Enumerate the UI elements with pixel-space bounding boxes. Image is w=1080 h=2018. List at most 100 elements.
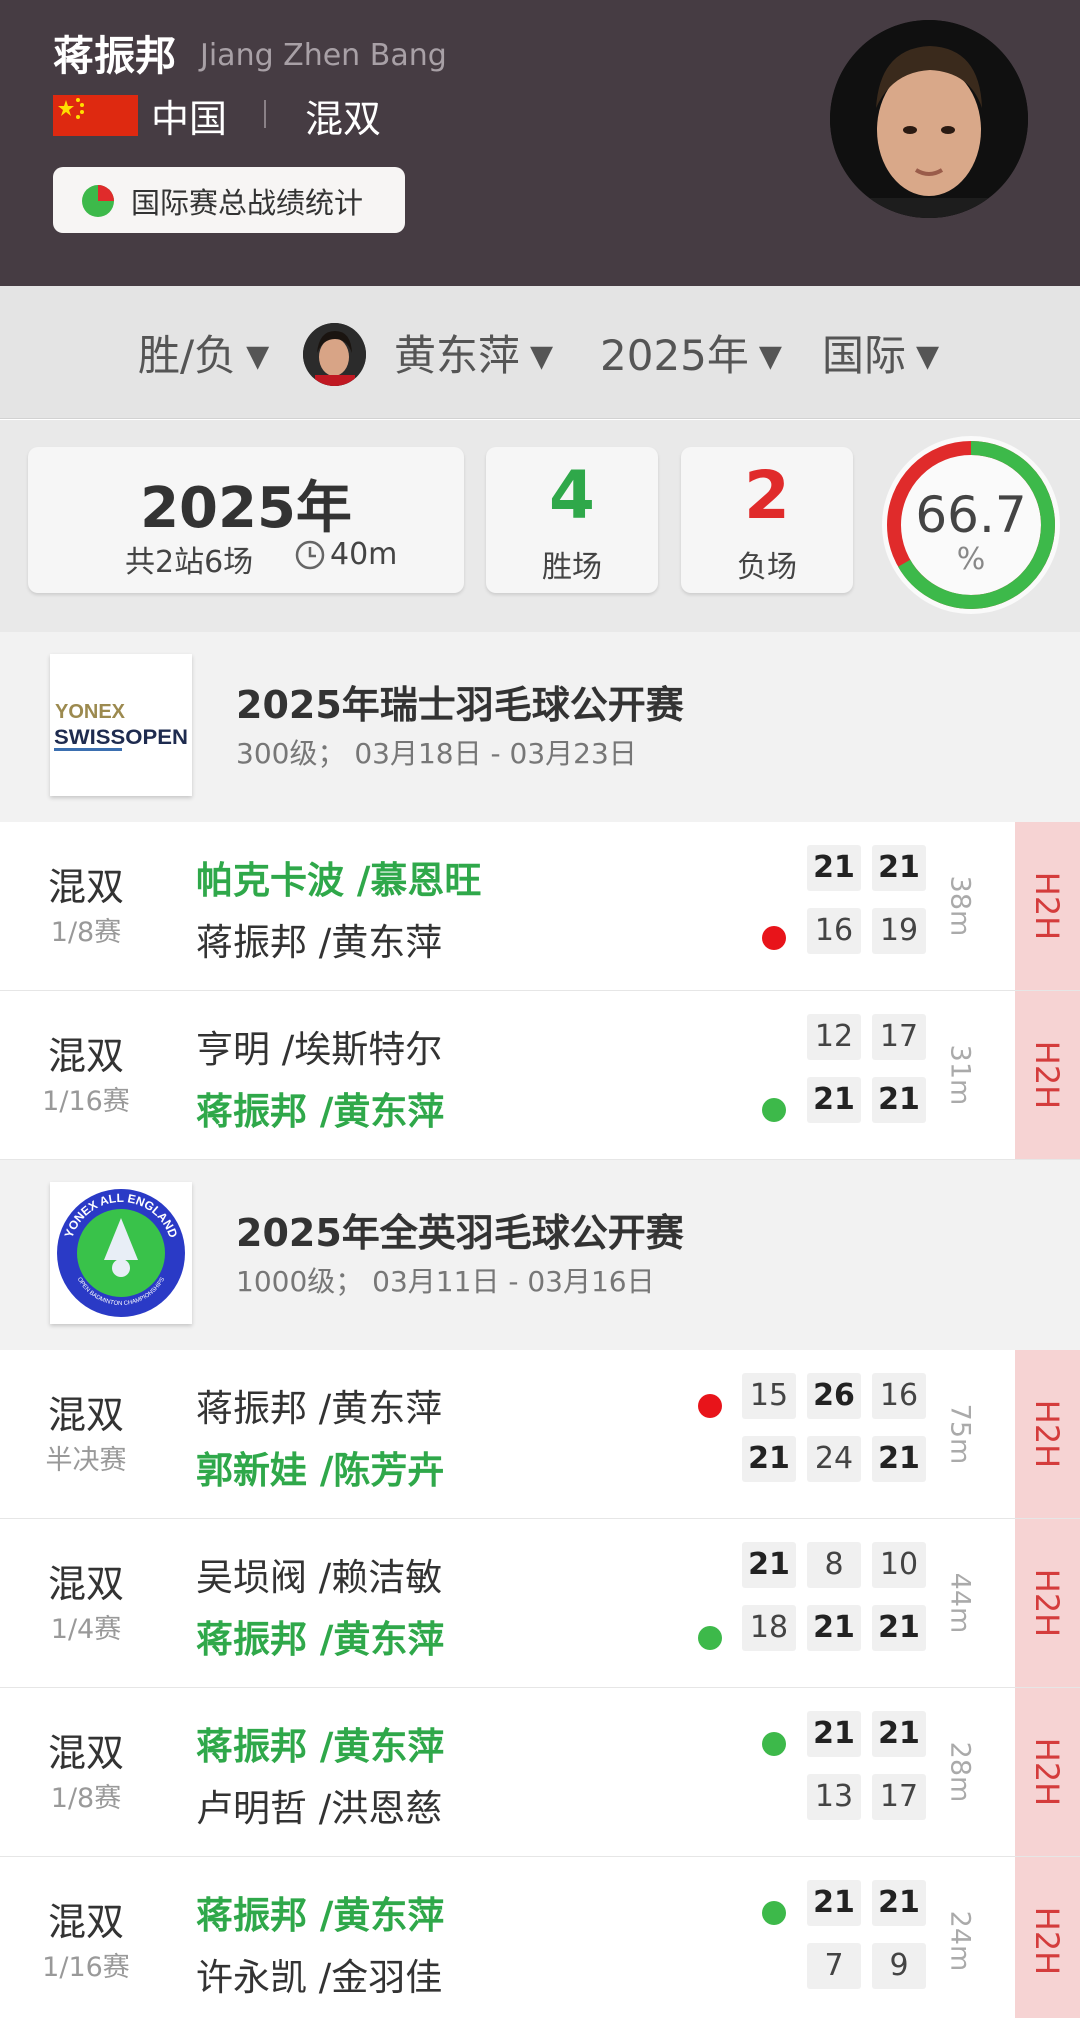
score-cell: 21 — [807, 845, 861, 891]
match-round: 1/16赛 — [42, 1086, 130, 1117]
score-cell: 16 — [807, 908, 861, 954]
win-rate-ring: 66.7 % — [880, 434, 1062, 616]
win-rate-value: 66.7 — [915, 486, 1027, 544]
tournament-name: 2025年全英羽毛球公开赛 — [236, 1211, 684, 1255]
score-cell: 17 — [872, 1014, 926, 1060]
h2h-label: H2H — [1028, 1040, 1066, 1110]
partner-avatar — [303, 323, 366, 386]
match-duration: 38m — [944, 875, 976, 937]
h2h-button[interactable]: H2H — [1015, 1519, 1080, 1687]
team-2[interactable]: 卢明哲 /洪恩慈 — [196, 1778, 442, 1832]
match-round: 1/8赛 — [50, 917, 122, 948]
match-duration: 44m — [944, 1572, 976, 1634]
player-event: 混双 — [305, 97, 382, 141]
score-cell: 21 — [807, 1077, 861, 1123]
team-2[interactable]: 蒋振邦 /黄东萍 — [196, 912, 442, 966]
score-cell: 21 — [872, 1711, 926, 1757]
player-country: 中国 — [151, 97, 228, 141]
score-cell: 12 — [807, 1014, 861, 1060]
h2h-label: H2H — [1028, 1737, 1066, 1807]
scope-filter[interactable]: 国际 ▼ — [822, 322, 939, 383]
career-stats-button[interactable]: 国际赛总战绩统计 — [53, 167, 405, 233]
china-flag-icon — [53, 95, 138, 136]
summary-stations: 共2站6场 — [125, 545, 254, 580]
summary-duration: 40m — [330, 537, 398, 572]
h2h-button[interactable]: H2H — [1015, 1688, 1080, 1856]
team-2[interactable]: 蒋振邦 /黄东萍 — [196, 1609, 444, 1663]
result-filter[interactable]: 胜/负 ▼ — [138, 322, 269, 383]
dropdown-arrow-icon: ▼ — [916, 339, 940, 374]
match-round: 1/8赛 — [50, 1783, 122, 1814]
team-1[interactable]: 蒋振邦 /黄东萍 — [196, 1885, 444, 1939]
score-cell: 9 — [872, 1943, 926, 1989]
team-2[interactable]: 郭新娃 /陈芳卉 — [196, 1440, 444, 1494]
score-cell: 10 — [872, 1542, 926, 1588]
match-row[interactable]: 混双 1/4赛 吴埙阀 /赖洁敏 蒋振邦 /黄东萍 21 8 10 18 21 … — [0, 1519, 1080, 1688]
match-row[interactable]: 混双 1/16赛 蒋振邦 /黄东萍 许永凯 /金羽佳 21 21 7 9 24m… — [0, 1857, 1080, 2018]
h2h-button[interactable]: H2H — [1015, 822, 1080, 990]
score-cell: 26 — [807, 1373, 861, 1419]
match-type: 混双 — [47, 865, 124, 909]
score-cell: 21 — [742, 1436, 796, 1482]
match-type: 混双 — [47, 1562, 124, 1606]
h2h-label: H2H — [1028, 1568, 1066, 1638]
loss-indicator — [698, 1394, 722, 1418]
match-row[interactable]: 混双 1/8赛 帕克卡波 /慕恩旺 蒋振邦 /黄东萍 21 21 16 19 3… — [0, 822, 1080, 991]
dropdown-arrow-icon: ▼ — [530, 339, 554, 374]
match-duration: 28m — [944, 1741, 976, 1803]
player-header: 蒋振邦 Jiang Zhen Bang 中国 混双 国际赛总战绩统计 — [0, 0, 1080, 286]
win-indicator — [698, 1626, 722, 1650]
year-card: 2025年 共2站6场 40m — [28, 447, 464, 593]
wins-count: 4 — [549, 457, 595, 534]
team-1[interactable]: 吴埙阀 /赖洁敏 — [196, 1547, 442, 1601]
player-name: 蒋振邦 — [53, 32, 176, 80]
result-filter-label: 胜/负 — [138, 331, 237, 380]
match-duration: 75m — [944, 1403, 976, 1465]
h2h-button[interactable]: H2H — [1015, 1350, 1080, 1518]
wins-card: 4 胜场 — [486, 447, 658, 593]
score-cell: 21 — [807, 1880, 861, 1926]
score-cell: 19 — [872, 908, 926, 954]
score-cell: 18 — [742, 1605, 796, 1651]
svg-text:YONEX: YONEX — [55, 701, 126, 723]
h2h-button[interactable]: H2H — [1015, 991, 1080, 1159]
career-stats-label: 国际赛总战绩统计 — [131, 186, 364, 220]
team-1[interactable]: 帕克卡波 /慕恩旺 — [196, 850, 481, 904]
team-1[interactable]: 蒋振邦 /黄东萍 — [196, 1378, 442, 1432]
team-2[interactable]: 许永凯 /金羽佳 — [196, 1947, 442, 2001]
score-cell: 21 — [872, 1077, 926, 1123]
clock-icon — [295, 540, 325, 570]
tournament-header[interactable]: YONEX SWISSOPEN 2025年瑞士羽毛球公开赛 300级； 03月1… — [0, 632, 1080, 822]
losses-label: 负场 — [737, 550, 797, 585]
year-filter[interactable]: 2025年 ▼ — [600, 322, 782, 383]
partner-filter[interactable]: 黄东萍 ▼ — [394, 322, 553, 383]
score-cell: 15 — [742, 1373, 796, 1419]
match-row[interactable]: 混双 半决赛 蒋振邦 /黄东萍 郭新娃 /陈芳卉 15 26 16 21 24 … — [0, 1350, 1080, 1519]
tournament-info: 300级； 03月18日 - 03月23日 — [236, 737, 637, 770]
summary-section: 2025年 共2站6场 40m 4 胜场 2 负场 66.7 % — [0, 420, 1080, 632]
score-cell: 21 — [872, 845, 926, 891]
match-row[interactable]: 混双 1/16赛 亨明 /埃斯特尔 蒋振邦 /黄东萍 12 17 21 21 3… — [0, 991, 1080, 1160]
pie-chart-icon — [82, 185, 114, 217]
tournament-header[interactable]: YONEX ALL ENGLAND OPEN BADMINTON CHAMPIO… — [0, 1160, 1080, 1350]
score-cell: 13 — [807, 1774, 861, 1820]
svg-text:SWISSOPEN: SWISSOPEN — [54, 726, 188, 749]
score-cell: 8 — [807, 1542, 861, 1588]
score-cell: 16 — [872, 1373, 926, 1419]
h2h-label: H2H — [1028, 1399, 1066, 1469]
team-2[interactable]: 蒋振邦 /黄东萍 — [196, 1081, 444, 1135]
score-cell: 7 — [807, 1943, 861, 1989]
team-1[interactable]: 亨明 /埃斯特尔 — [196, 1019, 442, 1073]
score-cell: 21 — [807, 1605, 861, 1651]
match-duration: 31m — [944, 1044, 976, 1106]
team-1[interactable]: 蒋振邦 /黄东萍 — [196, 1716, 444, 1770]
match-duration: 24m — [944, 1910, 976, 1972]
match-type: 混双 — [47, 1731, 124, 1775]
match-type: 混双 — [47, 1393, 124, 1437]
tournament-name: 2025年瑞士羽毛球公开赛 — [236, 683, 684, 727]
win-rate-percent-sign: % — [956, 542, 986, 577]
dropdown-arrow-icon: ▼ — [758, 339, 782, 374]
tournament-info: 1000级； 03月11日 - 03月16日 — [236, 1265, 655, 1298]
match-row[interactable]: 混双 1/8赛 蒋振邦 /黄东萍 卢明哲 /洪恩慈 21 21 13 17 28… — [0, 1688, 1080, 1857]
h2h-button[interactable]: H2H — [1015, 1857, 1080, 2018]
